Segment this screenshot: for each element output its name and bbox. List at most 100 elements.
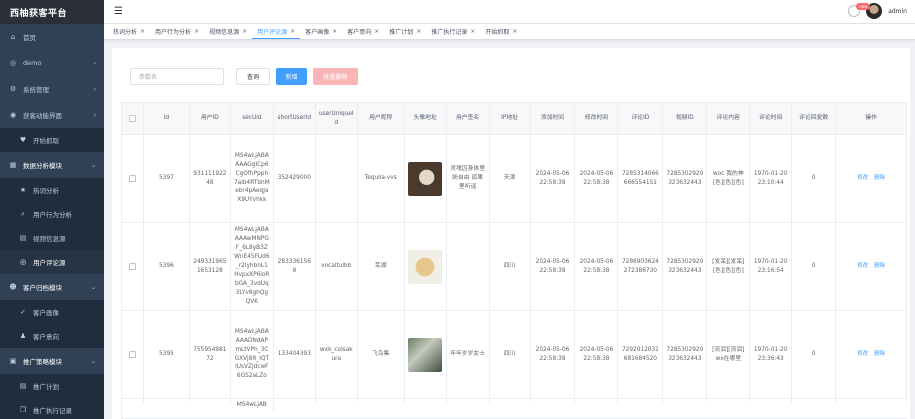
tab-customer-profile[interactable]: 客户画像 × <box>300 25 342 39</box>
tab-label: 用户评论源 <box>257 28 288 36</box>
cell-comment-time: 1970-01-20 23:36:43 <box>750 311 793 398</box>
cell-empty <box>490 399 531 403</box>
close-icon[interactable]: × <box>140 28 145 35</box>
close-icon[interactable]: × <box>470 28 475 35</box>
cell-comment-id: 7292012031681684520 <box>618 311 664 398</box>
cell-mod-time: 2024-05-06 22:58:38 <box>575 311 619 398</box>
row-checkbox[interactable] <box>128 175 136 182</box>
sidebar-item-label: 客户画像 <box>33 309 59 317</box>
query-button[interactable]: 查询 <box>236 68 270 85</box>
tab-label: 开始抓取 <box>485 29 510 36</box>
cell-add-time: 2024-05-06 22:58:38 <box>531 311 576 398</box>
avatar-thumbnail[interactable] <box>408 249 443 284</box>
tab-comment-source[interactable]: 用户评论源 × <box>252 25 301 39</box>
sidebar-item-promo-plan[interactable]: ▤ 推广计划 <box>0 374 104 398</box>
sidebar-item-customer-profile[interactable]: ✓ 客户画像 <box>0 300 104 324</box>
cell-video-id: 7285302920323632443 <box>663 135 708 222</box>
sidebar-item-label: 客户意向 <box>33 333 59 341</box>
cell-actions: 修改 删除 <box>836 135 908 222</box>
tab-label: 客户意向 <box>347 29 372 36</box>
select-all-checkbox[interactable] <box>128 115 136 122</box>
tab-customer-intent[interactable]: 客户意向 × <box>342 25 384 39</box>
sidebar-item-promo-records[interactable]: ❒ 推广执行记录 <box>0 398 104 419</box>
col-header: 用户昵称 <box>357 103 405 134</box>
cell-comment-id: 7285314066666554151 <box>618 135 664 222</box>
cell-uid: 93111192248 <box>190 135 231 222</box>
toolbar: 参数名 查询 新增 批量删除 <box>130 68 358 85</box>
cell-nickname: 芜湖 <box>358 223 405 310</box>
delete-link[interactable]: 删除 <box>874 174 885 183</box>
search-input[interactable]: 参数名 <box>130 68 224 85</box>
close-icon[interactable]: × <box>416 28 421 35</box>
cell-empty <box>316 399 358 403</box>
sidebar-item-system[interactable]: ⚙ 系统管理 › <box>0 76 104 102</box>
row-select-cell <box>122 399 144 403</box>
cell-signature: 灵魂囚身体里盼自由 孤果里听谣 <box>447 135 490 222</box>
sidebar-group-label: 客户归档模块 <box>23 284 62 292</box>
edit-link[interactable]: 修改 <box>857 262 868 271</box>
sidebar-item-customer-intent[interactable]: ♟ 客户意向 <box>0 324 104 348</box>
batch-delete-button[interactable]: 批量删除 <box>313 68 358 85</box>
tab-video-source[interactable]: 视频信息源 × <box>204 25 252 39</box>
cell-add-time: 2024-05-06 22:58:38 <box>531 135 576 222</box>
notification-icon[interactable]: new <box>848 3 871 17</box>
chevron-right-icon: › <box>93 111 96 119</box>
sidebar-item-acquire[interactable]: ◉ 获客动能界面 › <box>0 102 104 128</box>
doc-icon: ▤ <box>19 382 27 390</box>
close-icon[interactable]: × <box>374 28 379 35</box>
sidebar-group-data-analysis[interactable]: ▦ 数据分析模块 ⌄ <box>0 152 104 178</box>
cell-reply-count: 0 <box>792 311 837 398</box>
sidebar-item-comment-source[interactable]: ◎ 用户评论源 <box>0 250 104 274</box>
sidebar-group-customer[interactable]: ☻ 客户归档模块 ⌄ <box>0 274 104 300</box>
cell-comment-id: 7286903624272386730 <box>618 223 664 310</box>
tab-hot-words[interactable]: 热词分析 × <box>108 25 150 39</box>
close-icon[interactable]: × <box>242 28 247 35</box>
cell-reply-count: 0 <box>792 223 837 310</box>
sidebar-item-label: 用户评论源 <box>33 259 66 267</box>
edit-link[interactable]: 修改 <box>857 350 868 359</box>
sidebar-item-hot-words[interactable]: ★ 热词分析 <box>0 178 104 202</box>
sidebar-item-label: demo <box>23 59 42 67</box>
navbar: ☰ new admin <box>104 0 915 24</box>
close-icon[interactable]: × <box>194 28 199 35</box>
cell-comment-time: 1970-01-20 23:10:44 <box>750 135 793 222</box>
cell-avatar <box>405 135 447 222</box>
row-checkbox[interactable] <box>128 263 136 270</box>
tab-label: 视频信息源 <box>209 29 240 36</box>
add-button[interactable]: 新增 <box>276 68 307 85</box>
cell-video-id: 7285302920323632443 <box>663 311 708 398</box>
sidebar-item-user-behavior[interactable]: ⌕ 用户行为分析 <box>0 202 104 226</box>
home-icon: ⌂ <box>10 33 16 41</box>
delete-link[interactable]: 删除 <box>874 262 885 271</box>
cell-uid: 75595498172 <box>190 311 231 398</box>
sidebar-item-label: 用户行为分析 <box>33 211 72 219</box>
close-icon[interactable]: × <box>290 28 295 35</box>
sidebar-item-video-source[interactable]: ▤ 视频信息源 <box>0 226 104 250</box>
close-icon[interactable]: × <box>512 28 517 35</box>
cell-content: [流泪][流泪]wx在哪里 <box>707 311 751 398</box>
tab-start-crawl[interactable]: 开始抓取 × <box>480 25 522 39</box>
col-header: userUniqueId <box>315 103 358 134</box>
cell-empty <box>663 399 708 403</box>
sidebar-group-promo[interactable]: ▣ 推广策略模块 ⌄ <box>0 348 104 374</box>
hamburger-icon[interactable]: ☰ <box>114 6 123 17</box>
cell-id: 5395 <box>144 311 190 398</box>
col-header: IP地址 <box>489 103 531 134</box>
avatar-thumbnail[interactable] <box>408 337 443 372</box>
tab-promo-records[interactable]: 推广执行记录 × <box>426 25 480 39</box>
close-icon[interactable]: × <box>332 28 337 35</box>
cell-reply-count: 0 <box>792 135 837 222</box>
delete-link[interactable]: 删除 <box>874 350 885 359</box>
sidebar-item-home[interactable]: ⌂ 首页 <box>0 24 104 50</box>
avatar-thumbnail[interactable] <box>408 161 443 196</box>
sidebar-item-demo[interactable]: ◎ demo › <box>0 50 104 76</box>
tab-promo-plan[interactable]: 推广计划 × <box>384 25 426 39</box>
sidebar-item-label: 系统管理 <box>23 86 49 94</box>
sidebar-item-start-crawl[interactable]: ♥ 开始抓取 <box>0 128 104 152</box>
username[interactable]: admin <box>888 8 907 15</box>
gear-icon: ⚙ <box>9 85 17 93</box>
row-checkbox[interactable] <box>128 351 136 358</box>
sidebar-item-label: 推广计划 <box>33 383 59 391</box>
tab-user-behavior[interactable]: 用户行为分析 × <box>150 25 204 39</box>
edit-link[interactable]: 修改 <box>857 174 868 183</box>
